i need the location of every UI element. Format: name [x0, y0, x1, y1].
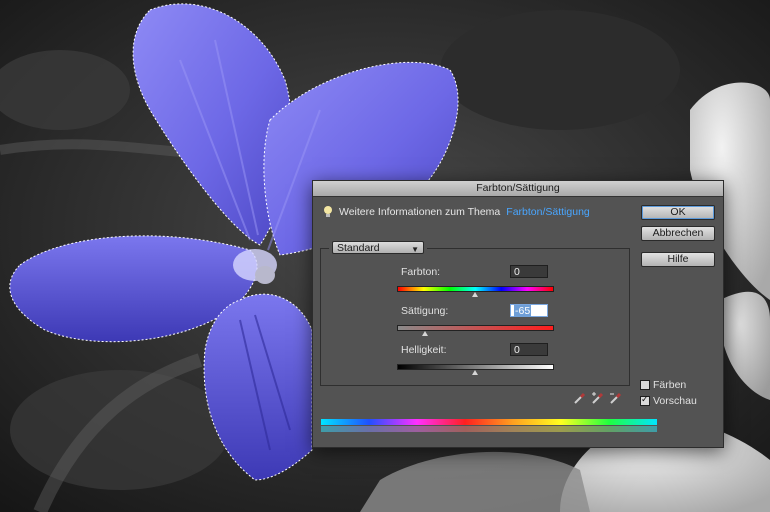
preview-checkbox-box[interactable] [640, 394, 650, 406]
preview-label: Vorschau [653, 395, 697, 407]
saturation-input-value: -65 [514, 305, 532, 317]
lightness-label: Helligkeit: [401, 344, 447, 356]
info-row: Weitere Informationen zum Thema Farbton/… [323, 206, 590, 218]
ok-button[interactable]: OK [641, 205, 715, 220]
dialog-title[interactable]: Farbton/Sättigung [313, 181, 723, 197]
saturation-slider-track[interactable] [397, 325, 554, 331]
colorize-checkbox[interactable]: Färben [640, 379, 686, 391]
lightness-slider-thumb[interactable] [471, 370, 478, 375]
eyedropper-icon[interactable] [573, 391, 587, 405]
colorize-checkbox-box[interactable] [640, 380, 650, 390]
preset-select[interactable]: Standard ▼ [332, 241, 424, 254]
preset-select-value: Standard [337, 242, 380, 254]
eyedropper-minus-icon[interactable] [609, 391, 623, 405]
hue-label: Farbton: [401, 266, 441, 278]
saturation-label: Sättigung: [401, 305, 449, 317]
help-button[interactable]: Hilfe [641, 252, 715, 267]
saturation-input[interactable]: -65 [510, 304, 548, 317]
lightness-input[interactable]: 0 [510, 343, 548, 356]
cancel-button[interactable]: Abbrechen [641, 226, 715, 241]
preview-checkbox[interactable]: Vorschau [640, 394, 697, 407]
input-color-bar [321, 419, 657, 425]
colorize-label: Färben [653, 379, 687, 391]
chevron-down-icon: ▼ [411, 245, 419, 254]
eyedropper-plus-icon[interactable] [591, 391, 605, 405]
hue-slider-thumb[interactable] [471, 292, 478, 297]
hue-saturation-dialog: Farbton/Sättigung Weitere Informationen … [312, 180, 724, 448]
lightbulb-icon [323, 206, 333, 218]
output-color-bar [321, 426, 657, 432]
eyedropper-group [573, 391, 623, 405]
hue-input[interactable]: 0 [510, 265, 548, 278]
info-text: Weitere Informationen zum Thema [339, 206, 501, 218]
saturation-slider-thumb[interactable] [421, 331, 428, 336]
info-link[interactable]: Farbton/Sättigung [506, 206, 589, 218]
